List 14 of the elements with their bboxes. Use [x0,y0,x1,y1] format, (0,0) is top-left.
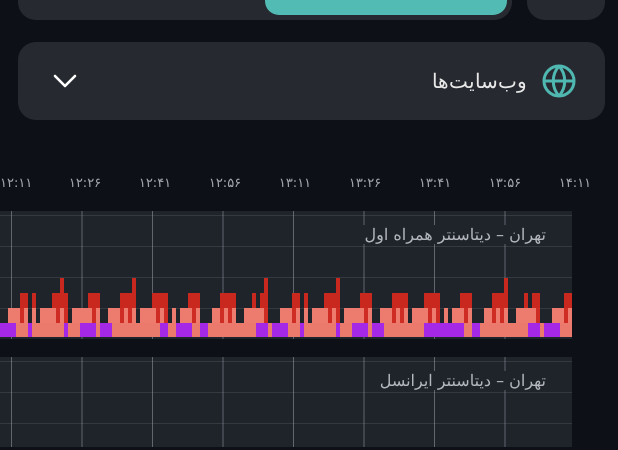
time-label: ۱۲:۲۶ [68,176,102,193]
time-label: ۱۳:۵۶ [488,176,522,193]
time-label: ۱۲:۱۱ [0,176,32,193]
time-label: ۱۳:۱۱ [278,176,312,193]
panel-title: تهران – دیتاسنتر همراه اول [362,225,548,244]
time-label: ۱۲:۵۶ [208,176,242,193]
time-label: ۱۳:۲۶ [348,176,382,193]
time-label: ۱۴:۱۱ [558,176,592,193]
dropdown-label: وب‌سایت‌ها [431,70,527,94]
time-label: ۱۲:۴۱ [138,176,172,193]
websites-dropdown[interactable]: وب‌سایت‌ها [18,42,605,120]
panel-title: تهران – دیتاسنتر ایرانسل [378,371,548,390]
globe-icon [541,63,577,99]
time-label: ۱۳:۴۱ [418,176,452,193]
